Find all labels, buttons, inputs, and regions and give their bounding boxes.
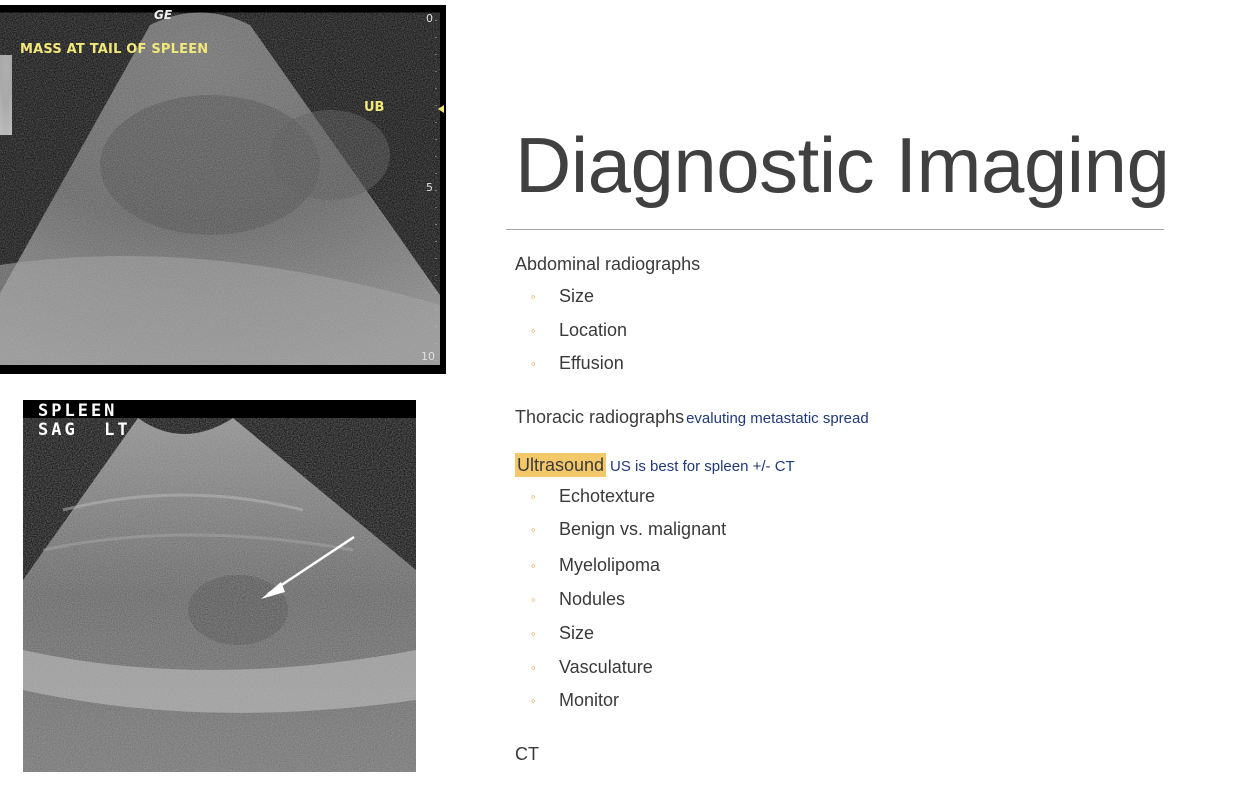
ultrasound-sector-bottom	[23, 418, 416, 772]
section-thoracic: Thoracic radiographs evaluting metastatic…	[515, 407, 869, 428]
depth-tick-5: 5	[426, 181, 433, 194]
slide-title: Diagnostic Imaging	[515, 121, 1170, 209]
ub-marker: UB	[364, 100, 385, 115]
ge-logo: GE	[154, 8, 173, 22]
bullet-icon: ◦	[531, 323, 536, 338]
section-heading-ultrasound: Ultrasound	[515, 453, 607, 477]
ultrasound-image-bottom: SPLEEN SAG LT	[23, 400, 416, 772]
section-note-thoracic: evaluting metastatic spread	[686, 410, 869, 427]
list-item: Size	[559, 623, 595, 643]
list-item: Effusion	[559, 353, 624, 373]
section-heading-thoracic: Thoracic radiographs	[515, 407, 685, 427]
title-divider	[506, 229, 1164, 230]
list-item: Monitor	[559, 690, 620, 710]
image-caption-top: MASS AT TAIL OF SPLEEN	[20, 42, 209, 57]
bullet-icon: ◦	[531, 626, 536, 641]
bullet-icon: ◦	[531, 356, 536, 371]
image-caption-bottom: SPLEEN SAG LT	[38, 401, 131, 440]
bullet-icon: ◦	[531, 592, 536, 607]
list-item: Benign vs. malignant	[559, 519, 727, 539]
bullet-icon: ◦	[531, 522, 536, 537]
bullet-icon: ◦	[531, 660, 536, 675]
section-note-ultrasound: US is best for spleen +/- CT	[610, 458, 795, 475]
list-item: Myelolipoma	[559, 555, 661, 575]
list-item: Size	[559, 286, 595, 306]
depth-tick-10: 10	[421, 350, 435, 363]
bullet-icon: ◦	[531, 693, 536, 708]
section-heading-ct: CT	[515, 744, 539, 764]
list-item: Nodules	[559, 589, 626, 609]
bullet-icon: ◦	[531, 489, 536, 504]
list-item: Location	[559, 320, 628, 340]
ultrasound-sector-top	[0, 12, 444, 365]
depth-tick-0: 0	[426, 12, 433, 25]
list-item: Echotexture	[559, 486, 656, 506]
ultrasound-image-top: GE MASS AT TAIL OF SPLEEN UB 0 5 10	[0, 5, 446, 374]
section-ultrasound: Ultrasound US is best for spleen +/- CT	[515, 453, 795, 477]
bullet-icon: ◦	[531, 558, 536, 573]
section-heading-abdominal: Abdominal radiographs	[515, 254, 701, 274]
list-item: Vasculature	[559, 657, 653, 677]
bullet-icon: ◦	[531, 289, 536, 304]
